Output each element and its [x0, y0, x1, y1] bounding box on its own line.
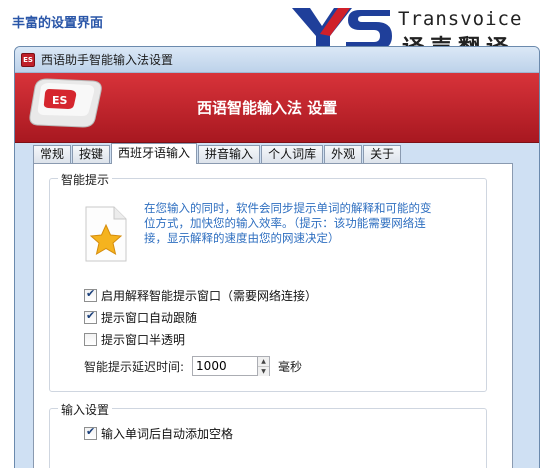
hint-delay-label: 智能提示延迟时间: — [84, 359, 185, 374]
tab-keys[interactable]: 按键 — [72, 145, 111, 163]
hint-translucent-option[interactable]: 提示窗口半透明 — [84, 331, 185, 348]
settings-banner: ES 西语智能输入法 设置 — [15, 73, 539, 143]
hint-auto-follow-option[interactable]: 提示窗口自动跟随 — [84, 309, 197, 326]
tab-appearance[interactable]: 外观 — [324, 145, 363, 163]
hint-delay-row: 智能提示延迟时间: ▲ ▼ 毫秒 — [84, 356, 302, 376]
banner-heading: 西语智能输入法 设置 — [197, 99, 338, 117]
settings-window: ES 西语助手智能输入法设置 ES 西语智能输入法 设置 常规 按键 西班牙语输… — [14, 46, 540, 468]
auto-add-space-label: 输入单词后自动添加空格 — [101, 427, 234, 441]
brand-name-en: Transvoice — [398, 8, 523, 30]
hint-delay-unit: 毫秒 — [278, 359, 303, 374]
smart-hint-description: 在您输入的同时，软件会同步提示单词的解释和可能的变位方式，加快您的输入效率。（提… — [144, 201, 432, 245]
hint-delay-stepper[interactable]: ▲ ▼ — [192, 356, 271, 376]
app-icon: ES — [21, 52, 35, 67]
enable-hint-window-checkbox[interactable] — [84, 287, 97, 302]
enable-hint-window-label: 启用解释智能提示窗口（需要网络连接） — [101, 289, 318, 303]
tab-about[interactable]: 关于 — [363, 145, 402, 163]
input-settings-group: 输入设置 输入单词后自动添加空格 — [49, 401, 487, 468]
spin-up-icon[interactable]: ▲ — [258, 357, 270, 366]
tab-personal-dictionary[interactable]: 个人词库 — [261, 145, 324, 163]
hint-auto-follow-label: 提示窗口自动跟随 — [101, 311, 198, 325]
window-title: 西语助手智能输入法设置 — [41, 53, 174, 67]
hint-auto-follow-checkbox[interactable] — [84, 309, 97, 324]
window-titlebar[interactable]: ES 西语助手智能输入法设置 — [15, 47, 539, 73]
spin-down-icon[interactable]: ▼ — [258, 366, 270, 376]
tab-general[interactable]: 常规 — [33, 145, 72, 163]
smart-hint-group: 智能提示 在您输入的同时，软件会同步提示单词的解释和可能的变位方式，加快您的输入… — [49, 171, 487, 392]
spanish-input-panel: 智能提示 在您输入的同时，软件会同步提示单词的解释和可能的变位方式，加快您的输入… — [33, 163, 513, 468]
tab-spanish-input[interactable]: 西班牙语输入 — [111, 143, 198, 164]
hint-delay-input[interactable] — [192, 356, 259, 376]
es-key-icon: ES — [29, 78, 102, 128]
settings-tabs: 常规 按键 西班牙语输入 拼音输入 个人词库 外观 关于 — [33, 143, 402, 164]
hint-translucent-checkbox[interactable] — [84, 333, 97, 346]
enable-hint-window-option[interactable]: 启用解释智能提示窗口（需要网络连接） — [84, 287, 317, 304]
input-settings-group-title: 输入设置 — [58, 401, 113, 418]
hint-delay-spinner: ▲ ▼ — [258, 356, 271, 376]
es-key-label: ES — [52, 94, 68, 107]
page-caption: 丰富的设置界面 — [12, 16, 104, 31]
smart-hint-group-title: 智能提示 — [58, 171, 113, 188]
document-star-icon — [85, 206, 127, 262]
auto-add-space-option[interactable]: 输入单词后自动添加空格 — [84, 425, 233, 442]
auto-add-space-checkbox[interactable] — [84, 425, 97, 440]
tab-pinyin-input[interactable]: 拼音输入 — [198, 145, 261, 163]
hint-translucent-label: 提示窗口半透明 — [101, 333, 186, 347]
